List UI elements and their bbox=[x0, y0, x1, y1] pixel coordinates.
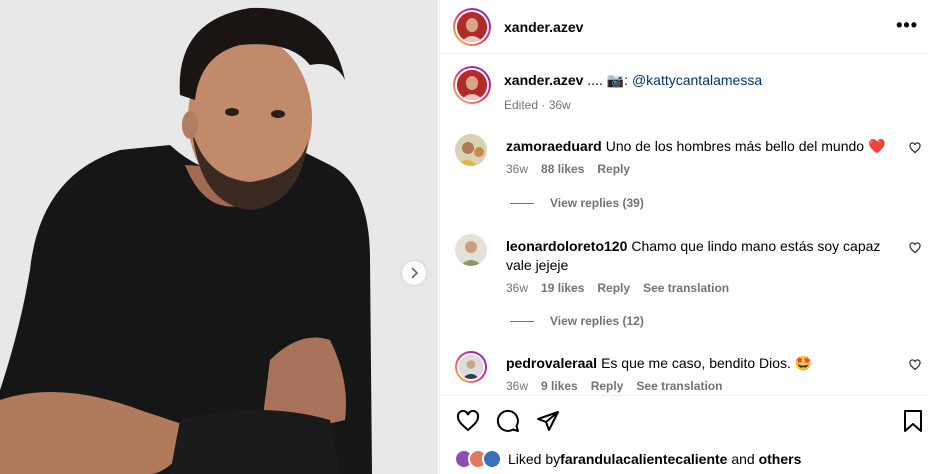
comment-likes[interactable]: 88 likes bbox=[541, 162, 584, 176]
next-photo-button[interactable] bbox=[402, 261, 426, 285]
man-portrait-image bbox=[0, 0, 438, 474]
post-caption: xander.azev .... 📷: @kattycantalamessa E… bbox=[453, 66, 762, 112]
post-photo bbox=[0, 0, 438, 474]
liked-by-user-link[interactable]: farandulacalientecaliente bbox=[560, 451, 727, 467]
comment-item: pedrovaleraal Es que me caso, bendito Dio… bbox=[455, 351, 925, 393]
post-header: xander.azev ••• bbox=[440, 0, 928, 54]
see-translation-button[interactable]: See translation bbox=[643, 281, 729, 295]
reply-button[interactable]: Reply bbox=[591, 379, 624, 393]
comment-time[interactable]: 36w bbox=[506, 379, 528, 393]
commenter-avatar-image bbox=[455, 134, 487, 166]
commenter-avatar[interactable] bbox=[455, 234, 487, 266]
liked-by-and: and bbox=[727, 451, 759, 467]
post-details-panel: xander.azev ••• xander.azev .... 📷: @kat… bbox=[439, 0, 928, 474]
comment-time[interactable]: 36w bbox=[506, 162, 528, 176]
comment-username[interactable]: zamoraeduard bbox=[506, 138, 602, 154]
commenter-avatar[interactable] bbox=[455, 134, 487, 166]
commenter-avatar[interactable] bbox=[455, 351, 487, 383]
comment-bubble-icon[interactable] bbox=[496, 409, 520, 433]
author-username[interactable]: xander.azev bbox=[504, 19, 583, 35]
comment-likes[interactable]: 19 likes bbox=[541, 281, 584, 295]
comment-likes[interactable]: 9 likes bbox=[541, 379, 578, 393]
caption-avatar[interactable] bbox=[453, 66, 491, 104]
view-replies-button[interactable]: View replies (12) bbox=[510, 314, 644, 328]
liker-avatar bbox=[482, 449, 502, 469]
comment-item: zamoraeduard Uno de los hombres más bello… bbox=[455, 134, 925, 176]
comment-text: Uno de los hombres más bello del mundo ❤… bbox=[605, 138, 886, 154]
caption-meta: Edited · 36w bbox=[504, 98, 571, 112]
comment-time[interactable]: 36w bbox=[506, 281, 528, 295]
view-replies-button[interactable]: View replies (39) bbox=[510, 196, 644, 210]
comment-text: Es que me caso, bendito Dios. 🤩 bbox=[601, 355, 813, 371]
chevron-right-icon bbox=[411, 267, 419, 279]
replies-divider-line bbox=[510, 320, 534, 322]
reply-button[interactable]: Reply bbox=[597, 281, 630, 295]
share-paper-plane-icon[interactable] bbox=[536, 409, 560, 433]
view-replies-label: View replies (39) bbox=[550, 196, 644, 210]
see-translation-button[interactable]: See translation bbox=[636, 379, 722, 393]
save-bookmark-icon[interactable] bbox=[902, 409, 924, 433]
caption-avatar-image bbox=[457, 70, 487, 100]
like-comment-heart-icon[interactable] bbox=[909, 242, 921, 254]
liked-by-others-link[interactable]: others bbox=[759, 451, 802, 467]
caption-mention-link[interactable]: @kattycantalamessa bbox=[632, 72, 762, 88]
liked-by-prefix: Liked by bbox=[508, 451, 561, 467]
more-options-icon[interactable]: ••• bbox=[896, 15, 918, 36]
comment-username[interactable]: leonardoloreto120 bbox=[506, 238, 627, 254]
like-heart-icon[interactable] bbox=[456, 409, 480, 433]
liked-by-row: Liked by farandulacalientecaliente and o… bbox=[454, 449, 801, 469]
like-comment-heart-icon[interactable] bbox=[909, 142, 921, 154]
caption-username[interactable]: xander.azev bbox=[504, 72, 583, 88]
commenter-avatar-image bbox=[455, 234, 487, 266]
author-avatar-image bbox=[457, 11, 487, 42]
liker-avatars[interactable] bbox=[454, 449, 502, 469]
commenter-avatar-image bbox=[457, 353, 485, 381]
reply-button[interactable]: Reply bbox=[597, 162, 630, 176]
caption-text: .... 📷: bbox=[583, 72, 632, 88]
view-replies-label: View replies (12) bbox=[550, 314, 644, 328]
author-avatar[interactable] bbox=[453, 7, 491, 46]
comment-item: leonardoloreto120 Chamo que lindo mano es… bbox=[455, 234, 925, 295]
comment-username[interactable]: pedrovaleraal bbox=[506, 355, 597, 371]
like-comment-heart-icon[interactable] bbox=[909, 359, 921, 371]
replies-divider-line bbox=[510, 202, 534, 204]
post-action-bar bbox=[440, 395, 928, 445]
